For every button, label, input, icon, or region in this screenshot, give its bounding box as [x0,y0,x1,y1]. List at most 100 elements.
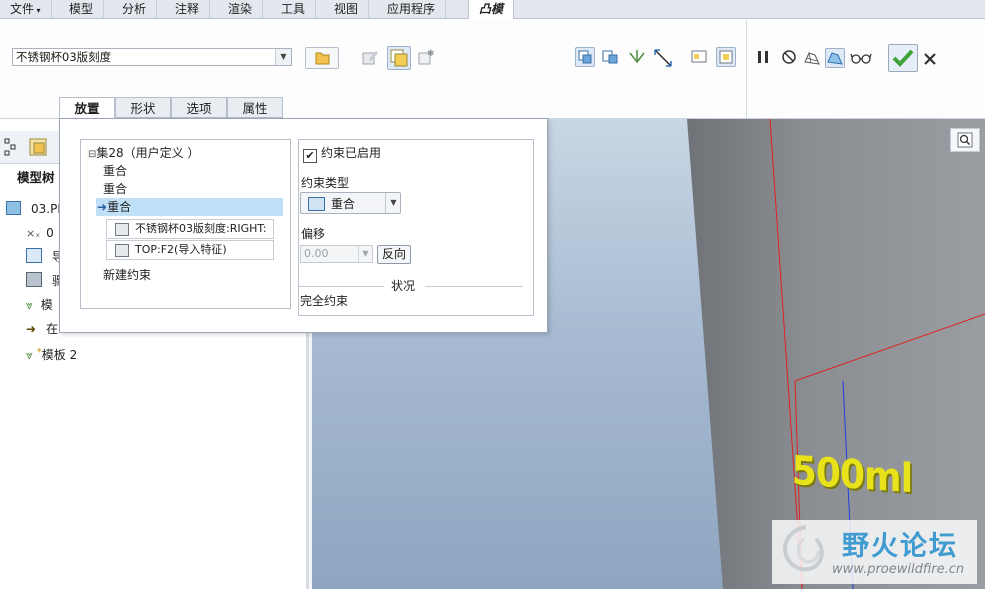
constraint-properties-box [298,139,534,316]
tab-properties[interactable]: 属性 [227,97,283,118]
constraint-type-select[interactable]: 重合 ▼ [300,192,401,214]
window-icon [602,50,618,64]
sketch-view-button[interactable] [575,47,595,67]
template-star-button[interactable]: ✱ [416,47,436,67]
engraved-text[interactable]: 500ml [792,448,913,502]
ok-button[interactable] [888,44,918,72]
menu-tab-model[interactable]: 模型 [59,0,105,18]
model-tree-toolbar [0,131,60,164]
chevron-down-icon: ▼ [275,49,291,65]
csys-icon: ⨯ₓ [26,227,41,240]
flip-button[interactable]: 反向 [377,245,411,264]
checkmark-icon [892,49,914,67]
preview-mesh-button[interactable] [802,48,822,68]
menu-tab-tools[interactable]: 工具 [271,0,317,18]
offset-input[interactable]: 0.00 ▼ [300,245,373,263]
watermark-title: 野火论坛 [842,531,958,562]
menu-tab-file[interactable]: 文件 ▾ [0,0,52,18]
layered-squares-icon [390,49,408,67]
step-icon [26,272,42,287]
model-tree-heading: 模型树 [17,170,55,185]
square-view-icon [578,50,592,64]
tab-shape[interactable]: 形状 [115,97,171,118]
offset-heading: 偏移 [301,227,326,241]
no-preview-button[interactable] [780,48,800,68]
glasses-icon [850,53,872,64]
tab-placement[interactable]: 放置 [59,97,115,118]
constraint-set-item[interactable]: ⊟集28（用户定义 ） [88,145,199,162]
cancel-button[interactable] [922,51,938,67]
open-file-button[interactable] [305,47,339,69]
assembly-ref-icon [115,244,129,257]
tree-structure-icon[interactable] [3,137,21,157]
constraint-type-heading: 约束类型 [301,176,350,190]
show-window-button[interactable] [689,47,709,67]
component-name-combo[interactable]: 不锈钢杯03版刻度 ▼ [12,48,292,66]
component-ref-icon [115,223,129,236]
part-icon [6,201,21,215]
dropdown-arrow-icon: ▾ [34,6,41,15]
chevron-down-icon: ▼ [358,246,372,262]
current-arrow-icon: ➜ [97,200,108,214]
status-divider-left [298,286,384,287]
template-icon: ⩔ [26,348,33,362]
forum-logo-icon [783,525,824,572]
menu-tab-view[interactable]: 视图 [324,0,370,18]
menu-tab-analysis[interactable]: 分析 [112,0,158,18]
star-doc-icon: ✱ [418,49,435,65]
constraint-item-3[interactable]: ➜重合 [97,199,131,216]
import-icon [26,248,42,263]
prohibit-icon [782,50,796,64]
menu-tab-render[interactable]: 渲染 [218,0,264,18]
tree-item-insert-here[interactable]: ➜ 在 [26,320,58,338]
insert-arrow-icon: ➜ [26,322,37,336]
separate-window-button[interactable] [716,47,736,67]
funnel-arrow-icon [629,50,645,64]
close-icon [924,53,936,65]
ribbon-separator [746,20,747,118]
reference-assembly[interactable]: TOP:F2(导入特征) [106,240,274,260]
punch-direction-button[interactable] [627,47,647,67]
pause-icon [758,51,768,63]
tree-item-template[interactable]: ⩔ 模 [26,296,53,314]
template-icon: ⩔ [26,298,33,312]
folder-icon [315,52,330,65]
diagonal-arrows-icon [654,49,672,67]
constraint-item-1[interactable]: 重合 [103,163,127,180]
chevron-down-icon: ▼ [385,193,401,213]
tab-options[interactable]: 选项 [171,97,227,118]
viewport-search-button[interactable] [950,128,980,152]
menu-tab-applications[interactable]: 应用程序 [377,0,447,18]
watermark-url: www.proewildfire.cn [832,562,965,577]
shaded-mesh-icon [827,52,843,65]
place-punch-button[interactable] [387,46,411,70]
component-window-button[interactable] [600,47,620,67]
constraint-enabled-checkbox[interactable]: ✔ 约束已启用 [303,145,381,163]
new-constraint-item[interactable]: 新建约束 [103,267,151,284]
layer-tree-icon[interactable] [28,136,50,158]
menu-tab-annotate[interactable]: 注释 [165,0,211,18]
constraint-item-2[interactable]: 重合 [103,181,127,198]
window-small-icon [691,50,707,63]
preview-shaded-button[interactable] [825,48,845,68]
verify-button[interactable] [849,48,873,68]
status-value: 完全约束 [300,294,349,308]
pencil-doc-icon [362,51,378,65]
reference-component[interactable]: 不锈钢杯03版刻度:RIGHT: [106,219,274,239]
search-icon [957,132,973,148]
flip-direction-button[interactable] [652,47,672,67]
menu-tab-punch[interactable]: 凸模 [468,0,515,20]
checkbox-checked-icon: ✔ [303,149,317,163]
status-heading: 状况 [391,279,416,293]
svg-text:✱: ✱ [427,49,435,59]
edit-template-button[interactable] [360,47,380,67]
tree-item-part[interactable]: 03.PF [6,200,64,218]
pause-button[interactable] [755,49,771,65]
mesh-icon [804,52,820,65]
status-divider-right [425,286,523,287]
tree-item-template-2[interactable]: ⩔ *模板 2 [26,344,77,362]
coincident-icon [308,197,325,211]
tree-item-csys[interactable]: ⨯ₓ 0 [26,224,54,242]
framed-window-icon [719,50,733,64]
menu-bar: 文件 ▾ 模型 分析 注释 渲染 工具 视图 应用程序 凸模 [0,0,985,20]
